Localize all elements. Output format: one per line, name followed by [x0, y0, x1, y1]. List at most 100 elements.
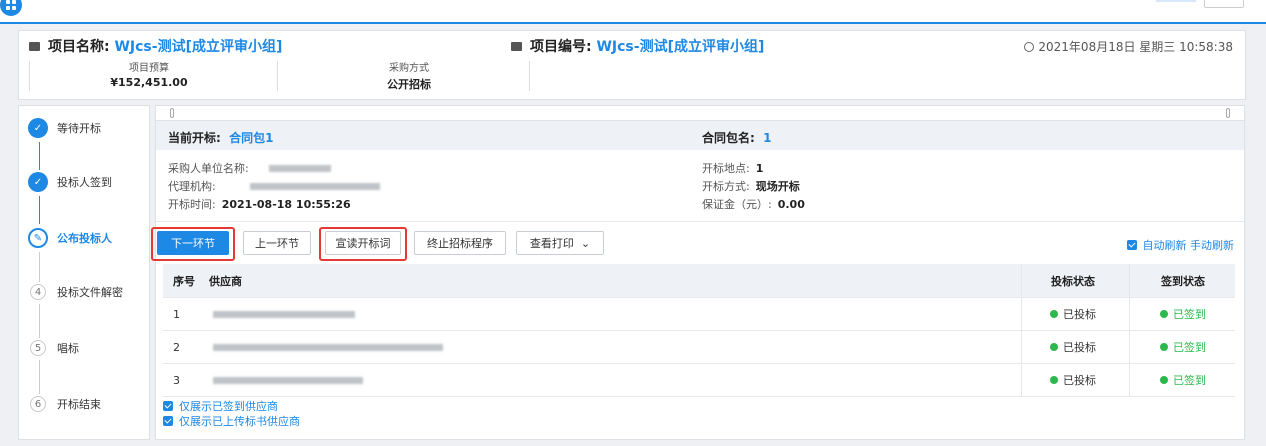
status-dot-icon: [1050, 376, 1058, 384]
progress-steps: ✓ 等待开标 ✓ 投标人签到 ✎ 公布投标人 4 投标文件解密 5 唱标 6 开…: [18, 105, 150, 440]
opening-details: 采购人单位名称: 代理机构: 开标时间: 2021-08-18 10:55:26 …: [156, 150, 1244, 222]
redacted-text: [213, 343, 443, 351]
buyer-unit: 采购人单位名称:: [168, 160, 331, 176]
table-row[interactable]: 1 已投标 已签到: [163, 298, 1235, 331]
bid-status: 已投标: [1033, 331, 1113, 363]
step-bidder-sign-in[interactable]: ✓ 投标人签到: [28, 172, 112, 192]
bid-status: 已投标: [1033, 298, 1113, 330]
step-number: 6: [30, 396, 46, 412]
supplier-name: [213, 298, 355, 330]
opening-location: 开标地点: 1: [702, 162, 764, 175]
filter-uploaded-only[interactable]: 仅展示已上传标书供应商: [163, 413, 300, 428]
row-number: 3: [173, 373, 180, 387]
divider: [1129, 364, 1130, 396]
pin-icon: [1226, 108, 1230, 118]
filter-signed-only[interactable]: 仅展示已签到供应商: [163, 398, 300, 413]
supplier-name: [213, 331, 443, 363]
sign-status: 已签到: [1143, 298, 1223, 330]
status-dot-icon: [1050, 310, 1058, 318]
main-panel: 当前开标: 合同包1 合同包名: 1 采购人单位名称: 代理机构: 开标时间: 2…: [151, 105, 1245, 440]
bid-status: 已投标: [1033, 364, 1113, 396]
clock-icon: [1024, 42, 1035, 52]
divider: [1021, 364, 1022, 396]
view-print-button[interactable]: 查看打印 ⌄: [516, 231, 604, 255]
status-dot-icon: [1050, 343, 1058, 351]
divider: [1021, 298, 1022, 330]
step-number: 5: [30, 340, 46, 356]
budget: 项目预算 ¥152,451.00: [99, 59, 199, 89]
auto-refresh-checkbox[interactable]: [1126, 240, 1137, 250]
top-button[interactable]: [1204, 0, 1244, 8]
auto-refresh-label[interactable]: 自动刷新: [1143, 237, 1187, 253]
refresh-controls: 自动刷新 手动刷新: [1126, 237, 1234, 253]
read-opening-speech-button[interactable]: 宣读开标词: [325, 231, 401, 255]
table-row[interactable]: 2 已投标 已签到: [163, 331, 1235, 364]
step-number: 4: [30, 284, 46, 300]
terminate-tender-button[interactable]: 终止招标程序: [414, 231, 506, 255]
opening-time: 开标时间: 2021-08-18 10:55:26: [168, 198, 351, 211]
project-name-value: WJcs-测试[成立评审小组]: [114, 39, 283, 55]
redacted-text: [213, 310, 355, 318]
check-icon: ✓: [28, 172, 48, 192]
step-waiting-open[interactable]: ✓ 等待开标: [28, 118, 101, 138]
agency: 代理机构:: [168, 178, 380, 194]
step-connector: [39, 252, 40, 282]
step-bid-reading[interactable]: 5 唱标: [28, 340, 79, 356]
redacted-text: [268, 165, 331, 172]
divider: [1021, 264, 1022, 297]
step-connector: [39, 360, 40, 394]
divider: [1129, 264, 1130, 297]
sign-status: 已签到: [1143, 331, 1223, 363]
apps-icon[interactable]: [0, 0, 22, 16]
package-name: 合同包名: 1: [702, 131, 772, 145]
project-number-value: WJcs-测试[成立评审小组]: [596, 39, 765, 55]
current-package: 当前开标: 合同包1: [168, 131, 274, 145]
procurement-method: 采购方式 公开招标: [359, 59, 459, 92]
project-name: 项目名称: WJcs-测试[成立评审小组]: [29, 36, 282, 56]
col-no: 序号: [173, 274, 195, 288]
table-row[interactable]: 3 已投标 已签到: [163, 364, 1235, 397]
row-number: 1: [173, 307, 180, 321]
chevron-down-icon: ⌄: [580, 236, 591, 250]
top-link[interactable]: [1156, 0, 1196, 2]
redacted-text: [249, 183, 380, 190]
col-bid-status: 投标状态: [1051, 274, 1095, 288]
opening-summary: 当前开标: 合同包1 合同包名: 1: [156, 120, 1244, 150]
divider: [29, 61, 30, 91]
step-connector: [39, 196, 40, 224]
row-number: 2: [173, 340, 180, 354]
current-datetime: 2021年08月18日 星期三 10:58:38: [1024, 38, 1233, 55]
sign-status: 已签到: [1143, 364, 1223, 396]
supplier-table: 序号 供应商 投标状态 签到状态 1 已投标 已签到 2 已投标 已签到 3 已…: [163, 264, 1235, 397]
status-dot-icon: [1160, 376, 1168, 384]
divider: [1129, 298, 1130, 330]
previous-step-button[interactable]: 上一环节: [243, 231, 311, 255]
document-icon: [511, 41, 522, 51]
step-decrypt-files[interactable]: 4 投标文件解密: [28, 284, 123, 300]
step-connector: [39, 142, 40, 170]
checkbox[interactable]: [163, 415, 173, 426]
supplier-filters: 仅展示已签到供应商 仅展示已上传标书供应商: [163, 398, 300, 428]
procurement-method-value: 公开招标: [387, 78, 431, 91]
edit-icon: ✎: [28, 228, 48, 248]
table-header: 序号 供应商 投标状态 签到状态: [163, 264, 1235, 298]
next-step-button[interactable]: 下一环节: [157, 231, 229, 255]
project-number: 项目编号: WJcs-测试[成立评审小组]: [511, 36, 764, 56]
divider: [529, 61, 530, 91]
divider: [1129, 331, 1130, 363]
step-announce-bidders[interactable]: ✎ 公布投标人: [28, 228, 112, 248]
top-bar: [0, 0, 1266, 24]
project-header: 项目名称: WJcs-测试[成立评审小组] 项目编号: WJcs-测试[成立评审…: [18, 30, 1246, 100]
status-dot-icon: [1160, 343, 1168, 351]
col-sign-status: 签到状态: [1161, 274, 1205, 288]
checkbox[interactable]: [163, 400, 173, 411]
pin-icon: [170, 108, 174, 118]
manual-refresh-link[interactable]: 手动刷新: [1190, 237, 1234, 253]
status-dot-icon: [1160, 310, 1168, 318]
document-icon: [29, 41, 40, 51]
check-icon: ✓: [28, 118, 48, 138]
step-opening-end[interactable]: 6 开标结束: [28, 396, 101, 412]
deposit: 保证金（元）: 0.00: [702, 198, 805, 211]
redacted-text: [213, 376, 363, 384]
divider: [277, 61, 278, 91]
